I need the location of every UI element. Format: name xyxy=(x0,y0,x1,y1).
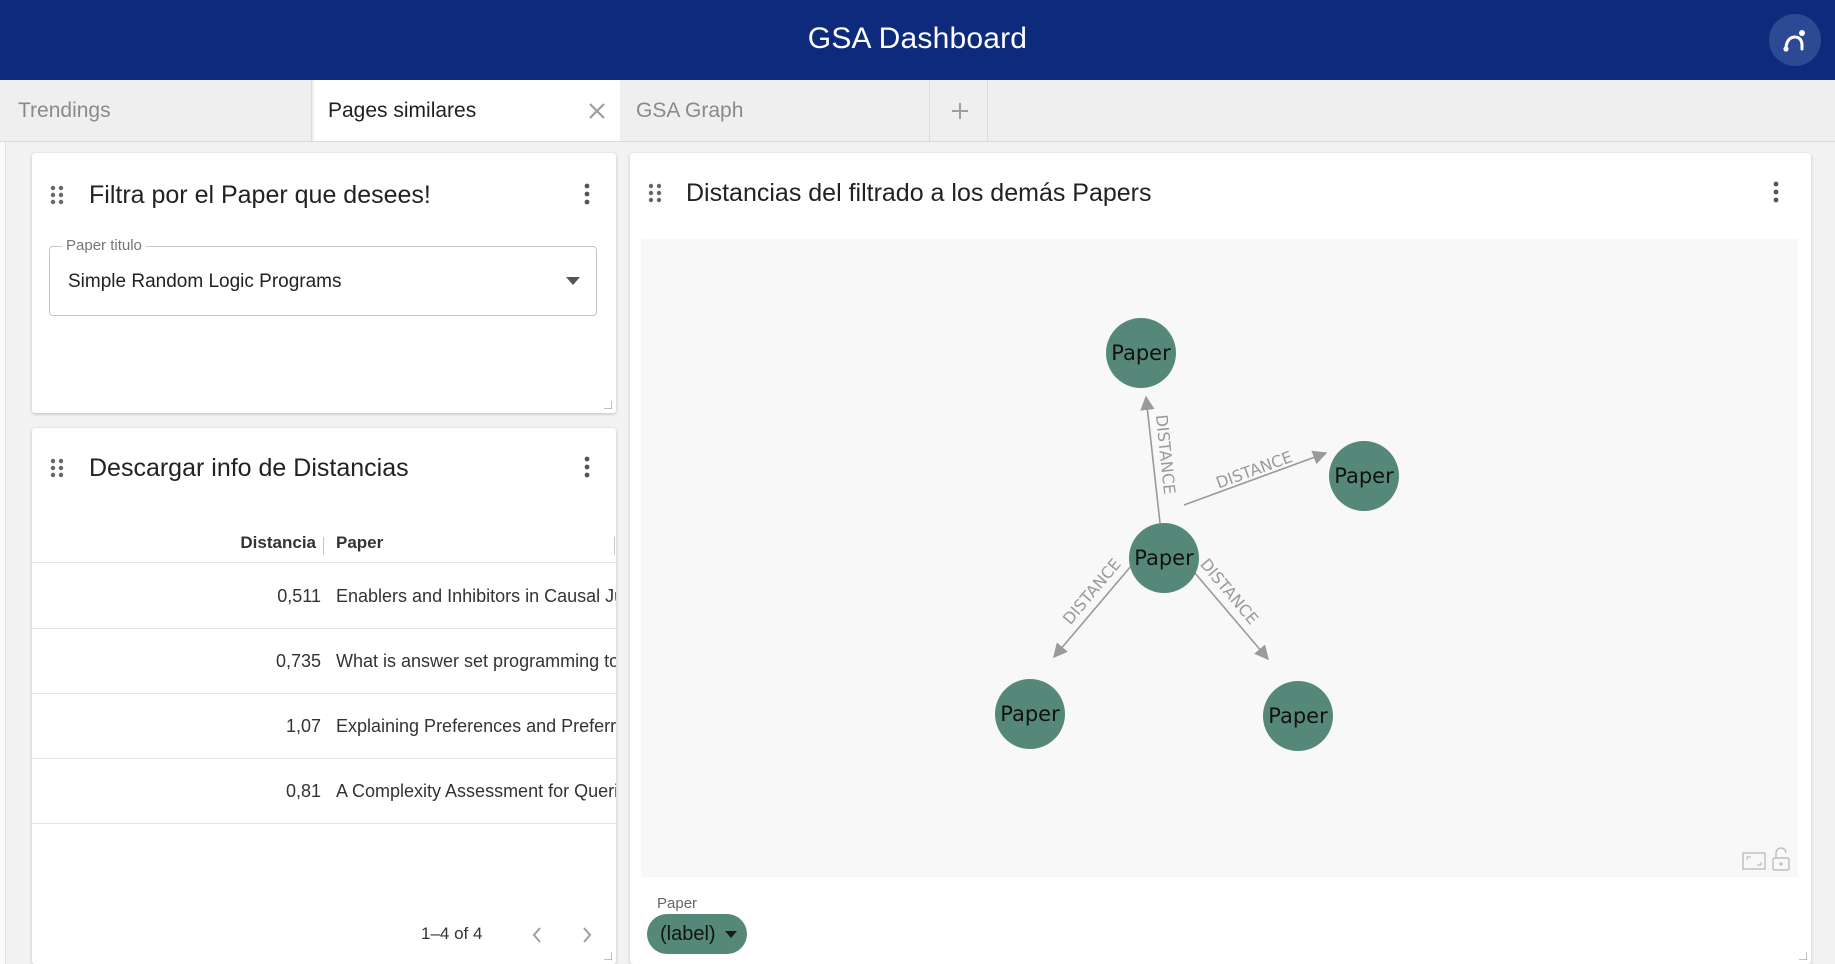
table-row[interactable]: 0,735 What is answer set programming to xyxy=(32,629,616,694)
drag-handle-icon[interactable] xyxy=(50,185,64,205)
cell-paper: Explaining Preferences and Preferri xyxy=(336,716,616,736)
column-header-distancia[interactable]: Distancia xyxy=(240,533,316,553)
tab-label: Pages similares xyxy=(328,98,477,122)
cell-paper: A Complexity Assessment for Queri xyxy=(336,781,616,801)
cell-distancia: 0,735 xyxy=(275,651,321,671)
paper-title-value: Simple Random Logic Programs xyxy=(68,271,342,292)
column-separator[interactable] xyxy=(614,537,615,555)
table-row[interactable]: 1,07 Explaining Preferences and Preferri xyxy=(32,694,616,759)
graph-node-label: Paper xyxy=(1111,341,1171,365)
tab-gsa-graph[interactable]: GSA Graph xyxy=(622,80,930,141)
tab-pages-similares[interactable]: Pages similares xyxy=(314,80,620,141)
graph-node[interactable]: Paper xyxy=(1263,681,1333,751)
app-bar: GSA Dashboard xyxy=(0,0,1835,80)
table-header: Distancia Paper xyxy=(32,523,616,563)
graph-edge-label: DISTANCE xyxy=(1196,555,1262,628)
more-options-icon[interactable] xyxy=(1771,181,1781,203)
filter-card: Filtra por el Paper que desees! Paper ti… xyxy=(32,153,616,413)
user-avatar-icon xyxy=(1783,30,1805,52)
chevron-down-icon xyxy=(725,931,737,938)
legend-label: Paper xyxy=(657,895,698,912)
chevron-right-icon[interactable] xyxy=(580,925,594,945)
resize-handle-icon[interactable] xyxy=(604,952,612,960)
card-title: Distancias del filtrado a los demás Pape… xyxy=(686,179,1152,207)
resize-handle-icon[interactable] xyxy=(604,401,612,409)
user-avatar-button[interactable] xyxy=(1769,14,1821,66)
tab-label: Trendings xyxy=(18,98,111,122)
chevron-left-icon[interactable] xyxy=(530,925,544,945)
add-tab-button[interactable] xyxy=(932,80,988,141)
graph-edge-label: DISTANCE xyxy=(1213,447,1295,492)
table-row[interactable]: 0,511 Enablers and Inhibitors in Causal … xyxy=(32,564,616,629)
paper-title-label: Paper titulo xyxy=(62,237,146,254)
graph-edge-label: DISTANCE xyxy=(1059,555,1125,628)
plus-icon xyxy=(951,102,968,119)
cell-distancia: 1,07 xyxy=(285,716,321,736)
resize-handle-icon[interactable] xyxy=(1799,952,1807,960)
graph-canvas[interactable]: DISTANCE DISTANCE DISTANCE DISTANCE Pape… xyxy=(641,239,1798,877)
cell-paper: Enablers and Inhibitors in Causal Ju xyxy=(336,586,616,606)
cell-distancia: 0,511 xyxy=(277,586,321,606)
column-header-paper[interactable]: Paper xyxy=(336,533,383,553)
card-title: Filtra por el Paper que desees! xyxy=(89,181,431,209)
graph-node[interactable]: Paper xyxy=(1329,441,1399,511)
graph-node-label: Paper xyxy=(1268,704,1328,728)
drag-handle-icon[interactable] xyxy=(50,458,64,478)
lock-icon[interactable] xyxy=(1772,847,1790,871)
more-options-icon[interactable] xyxy=(582,456,592,478)
paper-title-select[interactable]: Paper titulo Simple Random Logic Program… xyxy=(49,237,597,316)
graph-node[interactable]: Paper xyxy=(995,679,1065,749)
graph-svg: DISTANCE DISTANCE DISTANCE DISTANCE Pape… xyxy=(995,318,1790,871)
fit-to-screen-icon[interactable] xyxy=(1742,852,1766,870)
graph-node-label: Paper xyxy=(1000,702,1060,726)
tab-bar: Trendings Pages similares GSA Graph xyxy=(0,80,1835,142)
graph-node-label: Paper xyxy=(1134,546,1194,570)
card-title: Descargar info de Distancias xyxy=(89,454,409,482)
graph-card: Distancias del filtrado a los demás Pape… xyxy=(630,153,1811,964)
tab-trendings[interactable]: Trendings xyxy=(4,80,312,141)
legend-pill-text: (label) xyxy=(660,922,716,945)
pagination: 1–4 of 4 xyxy=(32,921,616,951)
cell-paper: What is answer set programming to xyxy=(336,651,616,671)
tab-label: GSA Graph xyxy=(636,98,744,122)
graph-node-label: Paper xyxy=(1334,464,1394,488)
graph-node[interactable]: Paper xyxy=(1129,523,1199,593)
more-options-icon[interactable] xyxy=(582,183,592,205)
column-separator[interactable] xyxy=(323,537,324,555)
left-edge-strip xyxy=(0,142,6,964)
chevron-down-icon xyxy=(566,277,580,285)
distances-table-card: Descargar info de Distancias Distancia P… xyxy=(32,428,616,964)
pagination-range: 1–4 of 4 xyxy=(421,924,483,943)
graph-node[interactable]: Paper xyxy=(1106,318,1176,388)
cell-distancia: 0,81 xyxy=(285,781,321,801)
drag-handle-icon[interactable] xyxy=(648,183,662,203)
table-row[interactable]: 0,81 A Complexity Assessment for Queri xyxy=(32,759,616,824)
app-title: GSA Dashboard xyxy=(807,22,1028,55)
legend-label-selector[interactable]: (label) xyxy=(647,914,747,954)
close-icon[interactable] xyxy=(586,100,608,122)
